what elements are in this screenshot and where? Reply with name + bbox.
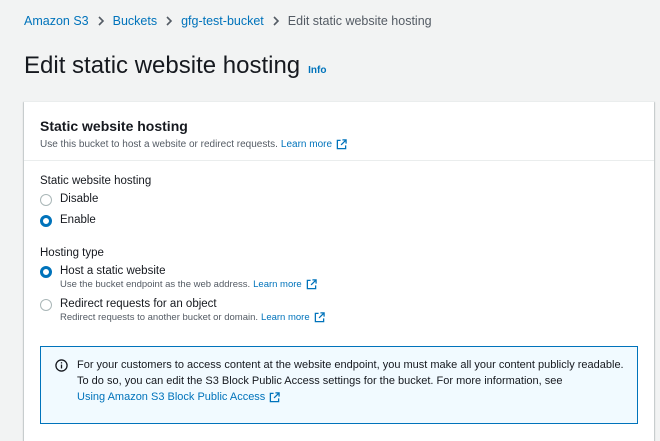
radio-enable[interactable]: Enable: [40, 214, 638, 227]
breadcrumb-amazon-s3[interactable]: Amazon S3: [24, 14, 89, 28]
learn-more-label: Learn more: [280, 139, 333, 150]
static-website-hosting-panel: Static website hosting Use this bucket t…: [24, 101, 654, 441]
radio-desc-text: Use the bucket endpoint as the web addre…: [60, 279, 251, 290]
radio-desc-redirect: Redirect requests to another bucket or d…: [60, 312, 325, 323]
radio-redirect-requests[interactable]: Redirect requests for an object Redirect…: [40, 298, 638, 323]
radio-label-disable: Disable: [60, 193, 99, 205]
breadcrumb-buckets[interactable]: Buckets: [113, 14, 157, 28]
learn-more-label: Learn more: [253, 279, 302, 290]
chevron-right-icon: [272, 16, 280, 26]
radio-label-enable: Enable: [60, 214, 96, 226]
radio-host-static-website[interactable]: Host a static website Use the bucket end…: [40, 265, 638, 290]
panel-header: Static website hosting Use this bucket t…: [24, 102, 654, 161]
hosting-type-label: Hosting type: [40, 247, 104, 259]
alert-link-label: Using Amazon S3 Block Public Access: [77, 391, 266, 403]
radio-label-redirect: Redirect requests for an object: [60, 298, 217, 310]
info-alert: For your customers to access content at …: [40, 346, 638, 424]
breadcrumb-current: Edit static website hosting: [287, 14, 432, 28]
breadcrumb: Amazon S3 Buckets gfg-test-bucket Edit s…: [24, 14, 432, 28]
external-link-icon: [306, 279, 317, 290]
radio-label-host-static: Host a static website: [60, 265, 166, 277]
radio-desc-host-static: Use the bucket endpoint as the web addre…: [60, 279, 317, 290]
chevron-right-icon: [165, 16, 173, 26]
external-link-icon: [336, 139, 347, 150]
panel-title: Static website hosting: [40, 118, 188, 134]
radio-button-checked[interactable]: [40, 215, 52, 227]
external-link-icon: [314, 312, 325, 323]
panel-description: Use this bucket to host a website or red…: [40, 139, 638, 150]
radio-button-unchecked[interactable]: [40, 299, 52, 311]
page-header: Edit static website hosting Info: [24, 52, 326, 80]
info-link[interactable]: Info: [308, 65, 326, 76]
hosting-type-group: Hosting type Host a static website Use t…: [40, 247, 638, 323]
learn-more-label: Learn more: [261, 312, 310, 323]
page-title: Edit static website hosting: [24, 52, 301, 79]
radio-desc-text: Redirect requests to another bucket or d…: [60, 312, 259, 323]
radio-button-unchecked[interactable]: [40, 194, 52, 206]
learn-more-link[interactable]: Learn more: [253, 279, 317, 290]
chevron-right-icon: [97, 16, 105, 26]
hosting-field-label: Static website hosting: [40, 175, 152, 187]
info-circle-icon: [55, 359, 68, 372]
alert-text: For your customers to access content at …: [77, 359, 624, 387]
panel-description-text: Use this bucket to host a website or red…: [40, 139, 278, 150]
panel-body: Static website hosting Disable Enable Ho…: [24, 161, 654, 323]
breadcrumb-bucket-name[interactable]: gfg-test-bucket: [181, 14, 264, 28]
learn-more-link[interactable]: Learn more: [281, 139, 347, 150]
radio-button-checked[interactable]: [40, 266, 52, 278]
external-link-icon: [270, 391, 281, 402]
learn-more-link[interactable]: Learn more: [261, 312, 325, 323]
block-public-access-link[interactable]: Using Amazon S3 Block Public Access: [77, 389, 281, 405]
radio-disable[interactable]: Disable: [40, 193, 638, 206]
